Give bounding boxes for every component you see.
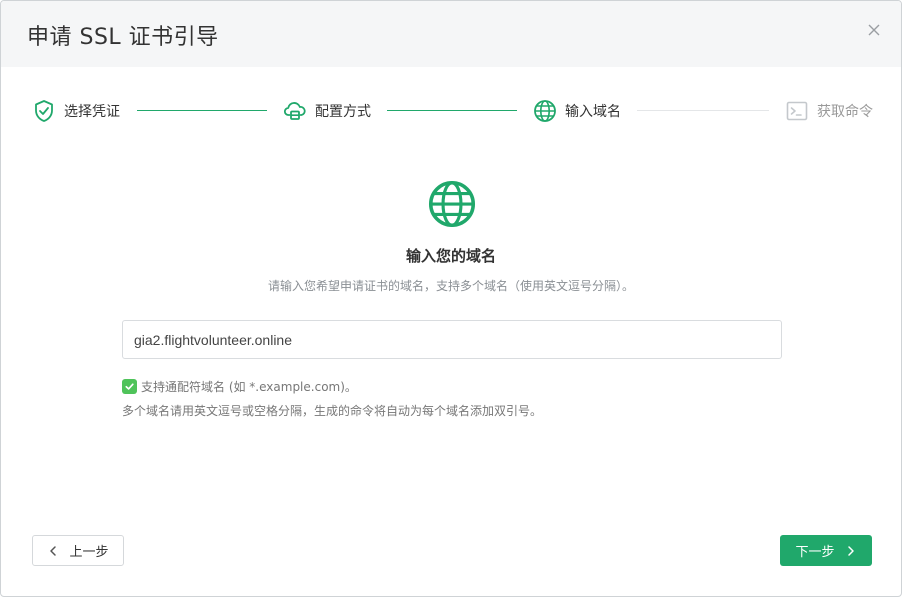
wildcard-tip: 支持通配符域名 (如 *.example.com)。 <box>122 378 357 395</box>
prev-step-label: 上一步 <box>69 545 109 560</box>
chevron-right-icon <box>845 545 857 557</box>
shield-check-icon <box>32 99 56 123</box>
wildcard-tip-text: 支持通配符域名 (如 *.example.com)。 <box>141 380 357 394</box>
step-label: 获取命令 <box>817 104 873 120</box>
step-label: 配置方式 <box>315 104 371 120</box>
ssl-wizard-dialog: 申请 SSL 证书引导 选择凭证 配置方式 输入域名 获取命令 输入您的域名 请… <box>0 0 902 597</box>
domain-input[interactable] <box>122 320 782 359</box>
cloud-server-icon <box>283 99 307 123</box>
step-select-credential: 选择凭证 <box>32 89 120 133</box>
next-step-label: 下一步 <box>795 545 835 560</box>
dialog-title: 申请 SSL 证书引导 <box>27 25 219 50</box>
step-configure-method: 配置方式 <box>283 89 371 133</box>
step-connector <box>387 110 517 111</box>
close-icon[interactable] <box>863 19 885 41</box>
globe-icon <box>533 99 557 123</box>
multiple-domain-tip: 多个域名请用英文逗号或空格分隔，生成的命令将自动为每个域名添加双引号。 <box>122 404 543 418</box>
terminal-icon <box>785 99 809 123</box>
check-icon <box>122 379 137 394</box>
step-indicator: 选择凭证 配置方式 输入域名 获取命令 <box>1 89 901 133</box>
next-step-button[interactable]: 下一步 <box>780 535 872 566</box>
globe-icon <box>427 179 477 229</box>
step-connector <box>137 110 267 111</box>
section-heading: 输入您的域名 <box>405 247 496 265</box>
step-enter-domain: 输入域名 <box>533 89 621 133</box>
chevron-left-icon <box>47 545 59 557</box>
step-label: 选择凭证 <box>64 104 120 120</box>
step-connector <box>637 110 769 111</box>
dialog-header: 申请 SSL 证书引导 <box>1 1 901 67</box>
section-description: 请输入您希望申请证书的域名，支持多个域名（使用英文逗号分隔）。 <box>267 279 634 293</box>
step-get-command: 获取命令 <box>785 89 873 133</box>
step-label: 输入域名 <box>565 104 621 120</box>
prev-step-button[interactable]: 上一步 <box>32 535 124 566</box>
